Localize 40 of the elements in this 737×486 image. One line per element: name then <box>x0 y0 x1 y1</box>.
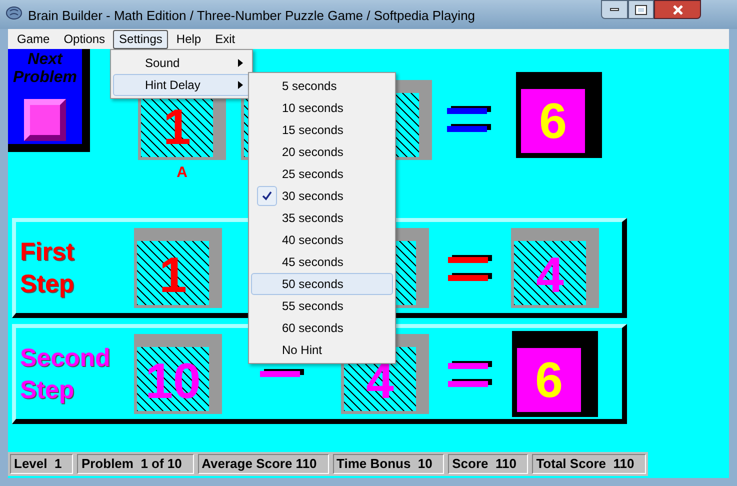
square-button-icon <box>24 99 66 141</box>
menu-entry[interactable]: 50 seconds <box>251 273 393 295</box>
menu-entry[interactable]: 5 seconds <box>251 75 393 97</box>
maximize-button[interactable] <box>628 0 654 19</box>
step-label: Second Step <box>19 342 112 406</box>
menu-item[interactable]: Settings <box>113 30 168 48</box>
menu-entry[interactable]: 40 seconds <box>251 229 393 251</box>
menu-entry[interactable]: 60 seconds <box>251 317 393 339</box>
menu-entry[interactable]: 45 seconds <box>251 251 393 273</box>
menu-entry[interactable]: Sound <box>113 52 250 74</box>
cube-label: A <box>176 163 188 183</box>
menu-entry[interactable]: 55 seconds <box>251 295 393 317</box>
submenu-arrow-icon <box>238 81 243 89</box>
minimize-button[interactable] <box>601 0 628 19</box>
menu-entry[interactable]: 10 seconds <box>251 97 393 119</box>
status-cell: Average Score 110 <box>198 454 329 474</box>
menu-entry[interactable]: Hint Delay <box>113 74 250 96</box>
status-cell: Level 1 <box>10 454 74 474</box>
window-title: Brain Builder - Math Edition / Three-Number Puzzle Game / Softpedia Playing <box>28 7 476 25</box>
status-cell: Total Score 110 <box>532 454 646 474</box>
menu-entry[interactable]: 20 seconds <box>251 141 393 163</box>
status-cell: Score 110 <box>448 454 528 474</box>
status-cell: Time Bonus 10 <box>332 454 444 474</box>
menu-entry[interactable]: No Hint <box>251 339 393 361</box>
close-icon <box>672 4 684 14</box>
submenu-arrow-icon <box>238 59 243 67</box>
menu-entry[interactable]: 25 seconds <box>251 163 393 185</box>
menu-item[interactable]: Help <box>170 30 208 48</box>
menu-entry[interactable]: 35 seconds <box>251 207 393 229</box>
menu-entry[interactable]: 30 seconds <box>251 185 393 207</box>
step-label: First Step <box>19 236 76 300</box>
menu-entry[interactable]: 15 seconds <box>251 119 393 141</box>
menu-item[interactable]: Exit <box>209 30 242 48</box>
close-button[interactable] <box>654 0 701 19</box>
brain-icon <box>6 6 22 20</box>
answer-number: 6 <box>535 354 563 404</box>
status-cell: Problem 1 of 10 <box>77 454 194 474</box>
menu-item[interactable]: Options <box>58 30 112 48</box>
answer-number: 6 <box>539 96 567 146</box>
menu-item[interactable]: Game <box>11 30 56 48</box>
